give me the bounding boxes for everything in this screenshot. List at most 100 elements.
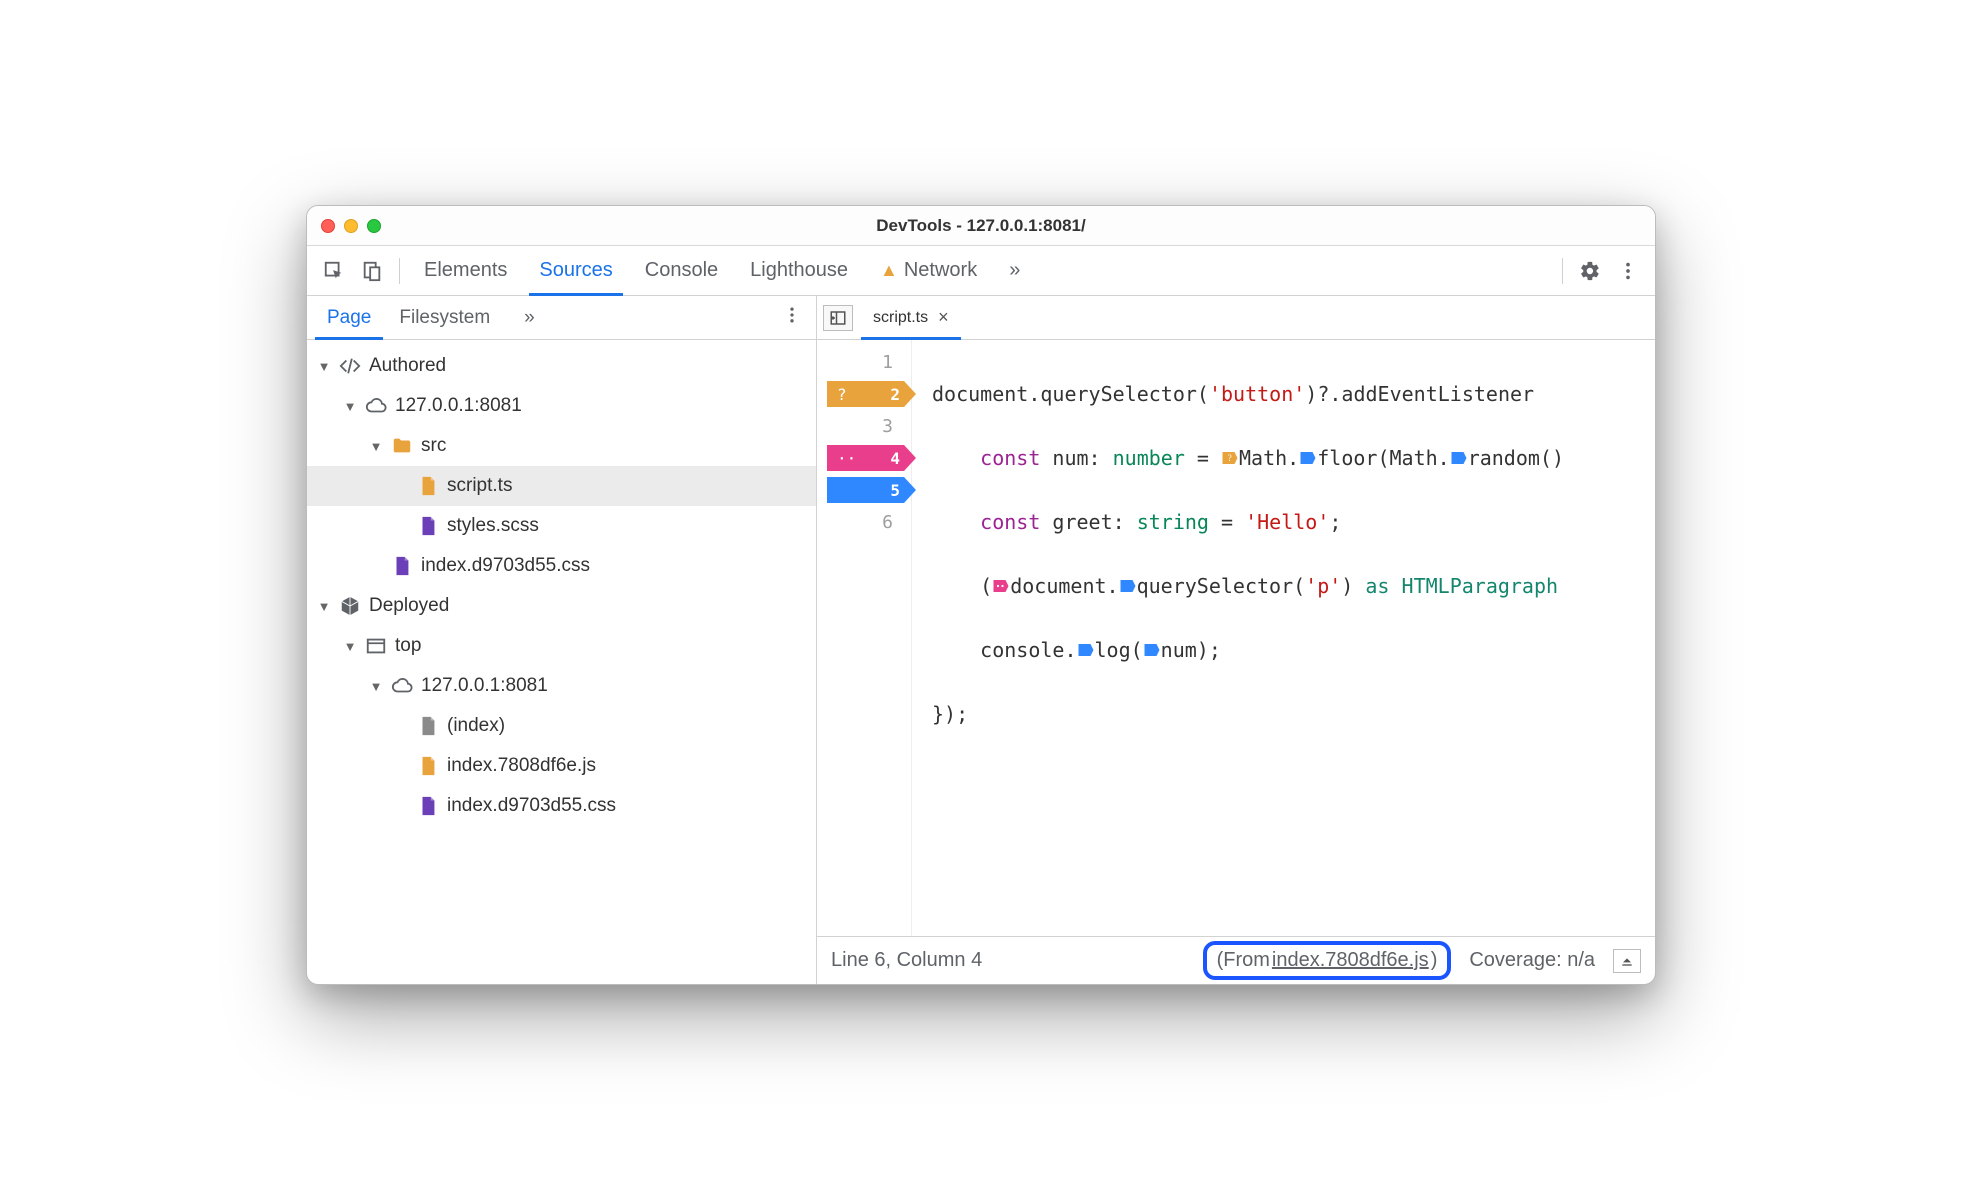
disclosure-triangle-icon[interactable]: ▼ <box>343 639 357 654</box>
tree-deployed-group[interactable]: ▼ Deployed <box>307 586 816 626</box>
tab-lighthouse[interactable]: Lighthouse <box>734 246 864 295</box>
from-prefix: (From <box>1217 949 1270 972</box>
disclosure-triangle-icon[interactable]: ▼ <box>343 399 357 414</box>
svg-text:?: ? <box>1228 453 1232 463</box>
tree-label: script.ts <box>447 475 512 497</box>
editor-tab-label: script.ts <box>873 309 928 327</box>
warning-icon: ▲ <box>880 260 898 281</box>
tab-sources[interactable]: Sources <box>523 246 628 295</box>
inline-bp-orange-icon[interactable]: ? <box>1221 449 1239 467</box>
separator <box>399 258 400 284</box>
tab-network[interactable]: ▲ Network <box>864 246 993 295</box>
tab-console[interactable]: Console <box>629 246 734 295</box>
deployed-icon <box>339 595 361 617</box>
inline-bp-blue-icon[interactable] <box>1119 577 1137 595</box>
code-line: document.querySelector('button')?.addEve… <box>932 378 1655 410</box>
sidebar-tab-filesystem[interactable]: Filesystem <box>385 296 504 339</box>
breakpoint-conditional[interactable]: ?2 <box>827 381 916 407</box>
code-icon <box>339 355 361 377</box>
devtools-window: DevTools - 127.0.0.1:8081/ Elements Sour… <box>306 205 1656 985</box>
tree-file-css-deployed[interactable]: index.d9703d55.css <box>307 786 816 826</box>
inline-bp-blue-icon[interactable] <box>1143 641 1161 659</box>
tree-file-script[interactable]: script.ts <box>307 466 816 506</box>
line-gutter[interactable]: 1 ?2 3 ··4 5 6 <box>817 340 912 936</box>
tree-file-index[interactable]: (index) <box>307 706 816 746</box>
tree-frame-top[interactable]: ▼ top <box>307 626 816 666</box>
sourcemap-origin-callout: (From index.7808df6e.js ) <box>1203 941 1452 980</box>
editor-body: 1 ?2 3 ··4 5 6 document.querySelector('b… <box>817 340 1655 936</box>
settings-gear-icon[interactable] <box>1573 254 1607 288</box>
sidebar-tabs-overflow[interactable]: » <box>510 296 549 339</box>
separator <box>1562 258 1563 284</box>
code-line: (document.querySelector('p') as HTMLPara… <box>932 570 1655 602</box>
inline-bp-blue-icon[interactable] <box>1450 449 1468 467</box>
tree-file-styles[interactable]: styles.scss <box>307 506 816 546</box>
tree-label: Deployed <box>369 595 449 617</box>
editor-tab-script[interactable]: script.ts × <box>859 296 963 339</box>
toggle-navigator-button[interactable] <box>823 305 853 331</box>
window-titlebar: DevTools - 127.0.0.1:8081/ <box>307 206 1655 246</box>
tree-file-js[interactable]: index.7808df6e.js <box>307 746 816 786</box>
sidebar-tab-page[interactable]: Page <box>313 296 385 339</box>
inline-bp-blue-icon[interactable] <box>1077 641 1095 659</box>
tree-label: index.7808df6e.js <box>447 755 596 777</box>
close-tab-icon[interactable]: × <box>938 307 949 328</box>
device-toggle-icon[interactable] <box>355 254 389 288</box>
file-js-icon <box>417 475 439 497</box>
frame-icon <box>365 635 387 657</box>
tree-folder-src[interactable]: ▼ src <box>307 426 816 466</box>
cloud-icon <box>365 395 387 417</box>
code-area[interactable]: document.querySelector('button')?.addEve… <box>912 340 1655 936</box>
zoom-window-button[interactable] <box>367 219 381 233</box>
show-drawer-button[interactable] <box>1613 949 1641 973</box>
tree-label: 127.0.0.1:8081 <box>395 395 522 417</box>
disclosure-triangle-icon[interactable]: ▼ <box>369 679 383 694</box>
code-line: const num: number = ?Math.floor(Math.ran… <box>932 442 1655 474</box>
tree-host-authored[interactable]: ▼ 127.0.0.1:8081 <box>307 386 816 426</box>
tree-host-deployed[interactable]: ▼ 127.0.0.1:8081 <box>307 666 816 706</box>
tabs-overflow[interactable]: » <box>993 246 1036 295</box>
code-line: const greet: string = 'Hello'; <box>932 506 1655 538</box>
tab-elements[interactable]: Elements <box>408 246 523 295</box>
file-css-icon <box>391 555 413 577</box>
sidebar-tabbar: Page Filesystem » <box>307 296 816 340</box>
disclosure-triangle-icon[interactable]: ▼ <box>317 599 331 614</box>
line-number: 3 <box>882 416 893 437</box>
close-window-button[interactable] <box>321 219 335 233</box>
sidebar-kebab-icon[interactable] <box>782 305 802 331</box>
tree-label: Authored <box>369 355 446 377</box>
traffic-lights <box>321 219 381 233</box>
main-split: Page Filesystem » ▼ Authored ▼ 127.0.0.1… <box>307 296 1655 984</box>
sidebar: Page Filesystem » ▼ Authored ▼ 127.0.0.1… <box>307 296 817 984</box>
tree-authored-group[interactable]: ▼ Authored <box>307 346 816 386</box>
breakpoint[interactable]: 5 <box>827 477 916 503</box>
minimize-window-button[interactable] <box>344 219 358 233</box>
breakpoint-logpoint[interactable]: ··4 <box>827 445 916 471</box>
code-line: console.log(num); <box>932 634 1655 666</box>
tree-file-css-authored[interactable]: index.d9703d55.css <box>307 546 816 586</box>
tree-label: src <box>421 435 446 457</box>
file-js-icon <box>417 755 439 777</box>
line-number: 1 <box>882 352 893 373</box>
editor-panel: script.ts × 1 ?2 3 ··4 5 6 <box>817 296 1655 984</box>
disclosure-triangle-icon[interactable]: ▼ <box>317 359 331 374</box>
sourcemap-origin-link[interactable]: index.7808df6e.js <box>1270 949 1431 972</box>
main-tabbar: Elements Sources Console Lighthouse ▲ Ne… <box>307 246 1655 296</box>
from-suffix: ) <box>1431 949 1438 972</box>
inline-bp-pink-icon[interactable] <box>992 577 1010 595</box>
file-css-icon <box>417 795 439 817</box>
inspect-element-icon[interactable] <box>317 254 351 288</box>
line-number: 6 <box>882 512 893 533</box>
file-tree: ▼ Authored ▼ 127.0.0.1:8081 ▼ src <box>307 340 816 984</box>
disclosure-triangle-icon[interactable]: ▼ <box>369 439 383 454</box>
kebab-menu-icon[interactable] <box>1611 254 1645 288</box>
editor-statusbar: Line 6, Column 4 (From index.7808df6e.js… <box>817 936 1655 984</box>
file-css-icon <box>417 515 439 537</box>
tree-label: (index) <box>447 715 505 737</box>
inline-bp-blue-icon[interactable] <box>1299 449 1317 467</box>
folder-icon <box>391 435 413 457</box>
tree-label: index.d9703d55.css <box>447 795 616 817</box>
tab-network-label: Network <box>904 259 977 282</box>
editor-tabbar: script.ts × <box>817 296 1655 340</box>
tree-label: top <box>395 635 421 657</box>
